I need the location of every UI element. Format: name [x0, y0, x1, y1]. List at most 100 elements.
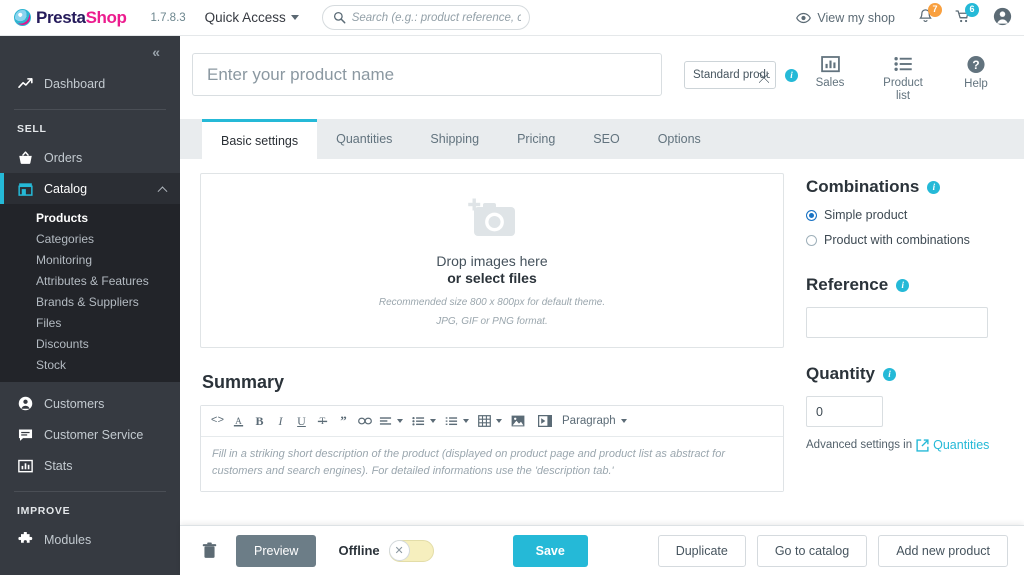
sidebar-subitem-categories[interactable]: Categories [0, 228, 180, 249]
tab-options[interactable]: Options [639, 119, 720, 159]
dropzone-select-files[interactable]: or select files [447, 270, 537, 286]
radio-product-with-combinations[interactable]: Product with combinations [806, 233, 1006, 247]
numbered-list-icon[interactable] [441, 411, 462, 431]
numbered-list-dropdown-icon[interactable] [463, 419, 469, 424]
image-dropzone[interactable]: Drop images here or select files Recomme… [200, 173, 784, 349]
advanced-settings-text: Advanced settings in [806, 439, 913, 452]
sidebar-divider-2 [14, 491, 166, 492]
paragraph-format-dropdown[interactable]: Paragraph [562, 415, 627, 427]
italic-icon[interactable]: I [270, 411, 291, 431]
tab-shipping[interactable]: Shipping [411, 119, 498, 159]
user-menu-button[interactable] [993, 7, 1012, 29]
sidebar-item-label: Modules [44, 532, 92, 547]
save-button[interactable]: Save [512, 534, 588, 567]
image-icon[interactable] [507, 411, 528, 431]
tab-quantities[interactable]: Quantities [317, 119, 411, 159]
go-to-catalog-button[interactable]: Go to catalog [756, 534, 868, 567]
dropzone-hint-format: JPG, GIF or PNG format. [436, 315, 548, 327]
tab-seo[interactable]: SEO [574, 119, 638, 159]
main-content-area: Standard product i Sales [180, 36, 1024, 575]
sidebar-item-customer-service[interactable]: Customer Service [0, 419, 180, 450]
sidebar-heading-sell: SELL [17, 123, 47, 135]
view-my-shop-link[interactable]: View my shop [796, 11, 895, 25]
sidebar-item-orders[interactable]: Orders [0, 142, 180, 173]
product-status-toggle[interactable]: ✕ [388, 539, 434, 562]
logo-presta-text: Presta [36, 7, 86, 27]
sidebar-item-label: Customers [44, 396, 105, 411]
delete-product-button[interactable] [202, 542, 217, 559]
video-icon[interactable] [534, 411, 555, 431]
sidebar-item-customers[interactable]: Customers [0, 388, 180, 419]
list-icon [893, 57, 912, 71]
catalog-submenu: Products Categories Monitoring Attribute… [0, 204, 180, 382]
search-input[interactable] [351, 11, 521, 24]
radio-simple-product[interactable]: Simple product [806, 208, 1006, 222]
align-dropdown-icon[interactable] [397, 419, 403, 424]
quantities-link[interactable]: Quantities [933, 438, 989, 452]
sidebar-subitem-stock[interactable]: Stock [0, 354, 180, 375]
product-type-select[interactable]: Standard product [684, 61, 776, 89]
quick-access-menu[interactable]: Quick Access [205, 10, 299, 25]
tool-label: Product list [883, 77, 923, 103]
add-new-product-button[interactable]: Add new product [878, 534, 1008, 567]
bullet-list-icon[interactable] [408, 411, 429, 431]
reference-input[interactable] [806, 307, 988, 339]
underline-icon[interactable]: U [291, 411, 312, 431]
summary-editor-body[interactable]: Fill in a striking short description of … [201, 437, 783, 492]
notifications-bell-button[interactable]: 7 [917, 2, 942, 28]
quantity-title-text: Quantity [806, 364, 875, 384]
puzzle-icon [17, 532, 33, 547]
sidebar-subitem-products[interactable]: Products [0, 207, 180, 228]
reference-title: Reference i [806, 275, 1006, 295]
table-dropdown-icon[interactable] [496, 419, 502, 424]
trending-up-icon [17, 77, 33, 90]
product-name-input[interactable] [192, 53, 662, 96]
radio-simple-product-input[interactable] [806, 209, 817, 221]
sidebar-subitem-brands-suppliers[interactable]: Brands & Suppliers [0, 291, 180, 312]
blockquote-icon[interactable]: ” [333, 411, 354, 431]
sidebar-item-dashboard[interactable]: Dashboard [0, 68, 180, 99]
collapse-sidebar-icon[interactable]: « [152, 44, 160, 60]
sidebar-item-catalog[interactable]: Catalog [0, 173, 180, 204]
radio-product-with-combinations-input[interactable] [806, 234, 817, 246]
orders-notifications-button[interactable]: 6 [954, 2, 979, 28]
quantity-input[interactable] [806, 396, 883, 428]
link-icon[interactable] [354, 411, 375, 431]
sales-button[interactable]: Sales [804, 55, 856, 103]
sidebar-subitem-attributes-features[interactable]: Attributes & Features [0, 270, 180, 291]
sidebar-item-stats[interactable]: Stats [0, 450, 180, 481]
summary-editor: <> A B I U T ” Paragraph Fill in a strik… [200, 405, 784, 493]
strikethrough-icon[interactable]: T [312, 411, 333, 431]
reference-title-text: Reference [806, 275, 889, 295]
sidebar-subitem-discounts[interactable]: Discounts [0, 333, 180, 354]
align-left-icon[interactable] [375, 411, 396, 431]
top-header-bar: PrestaShop 1.7.8.3 Quick Access View my … [0, 0, 1024, 36]
table-icon[interactable] [474, 411, 495, 431]
text-color-icon[interactable]: A [228, 411, 249, 431]
reference-info-icon[interactable]: i [896, 278, 910, 292]
quantity-info-icon[interactable]: i [882, 367, 896, 381]
combinations-info-icon[interactable]: i [927, 180, 941, 194]
preview-button[interactable]: Preview [236, 534, 317, 567]
bold-icon[interactable]: B [249, 411, 270, 431]
view-my-shop-label: View my shop [817, 10, 895, 25]
paragraph-format-label: Paragraph [562, 415, 616, 428]
product-type-info-icon[interactable]: i [785, 68, 798, 82]
tab-basic-settings[interactable]: Basic settings [202, 119, 318, 160]
sidebar-subitem-files[interactable]: Files [0, 312, 180, 333]
prestashop-logo[interactable]: PrestaShop [14, 8, 127, 28]
help-button[interactable]: ? Help [950, 55, 1002, 103]
bullet-list-dropdown-icon[interactable] [430, 419, 436, 424]
user-avatar-icon [993, 7, 1012, 25]
combinations-title: Combinations i [806, 177, 1006, 197]
product-list-button[interactable]: Product list [877, 55, 929, 103]
duplicate-button[interactable]: Duplicate [657, 534, 746, 567]
tab-pricing[interactable]: Pricing [498, 119, 574, 159]
sidebar-divider [14, 109, 166, 110]
sidebar-heading-improve: IMPROVE [17, 505, 71, 517]
source-code-icon[interactable]: <> [207, 411, 228, 431]
sidebar-subitem-monitoring[interactable]: Monitoring [0, 249, 180, 270]
global-search[interactable] [321, 5, 530, 30]
sidebar-item-modules[interactable]: Modules [0, 524, 180, 555]
sidebar-item-label: Stats [44, 458, 73, 473]
